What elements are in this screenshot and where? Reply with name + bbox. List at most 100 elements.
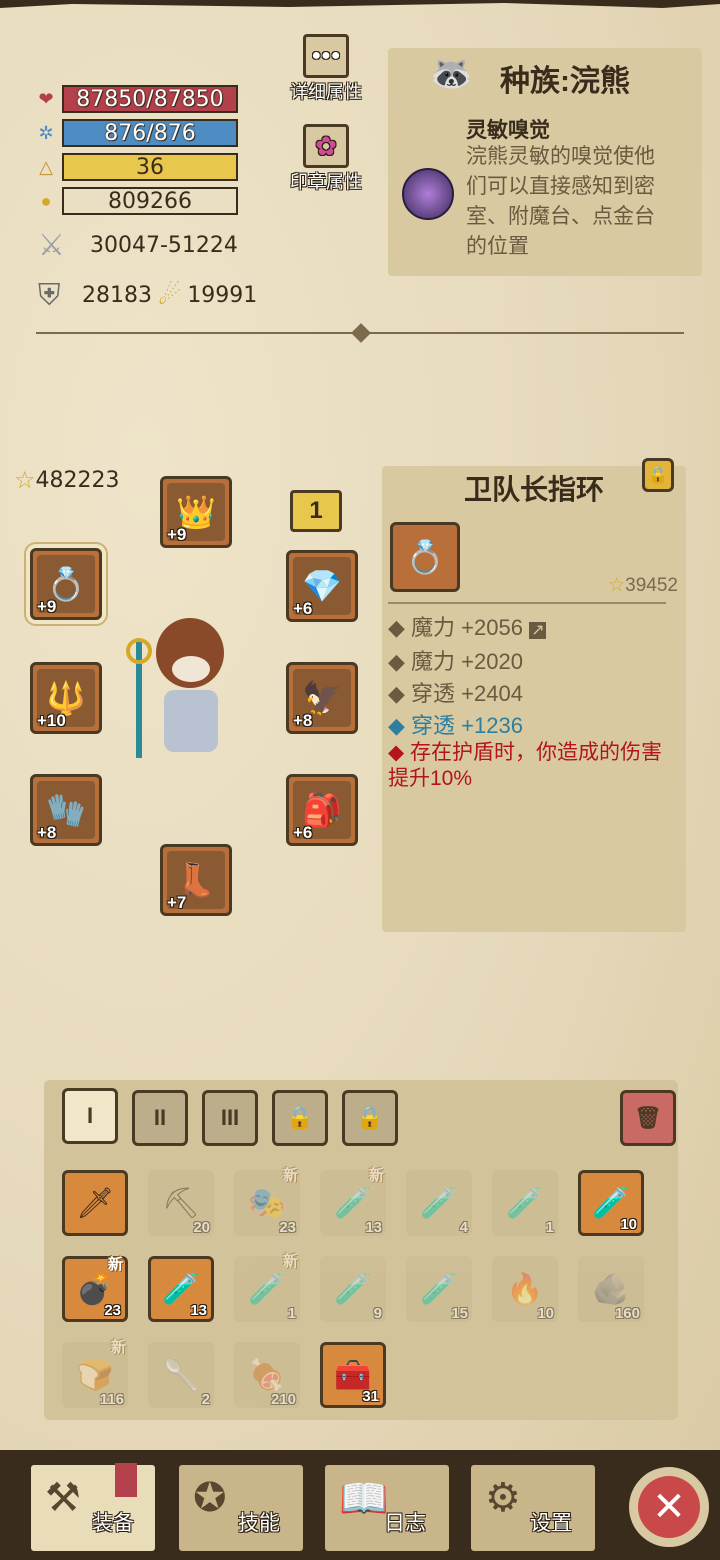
nav-equip[interactable]: ⚒ 装备	[28, 1462, 158, 1554]
equip-slot-boots[interactable]: 👢 +7	[160, 844, 232, 916]
nav-log[interactable]: 📖 日志	[322, 1462, 452, 1554]
skill-icon: ✪	[193, 1476, 227, 1520]
lock-icon: 🔒	[286, 1105, 314, 1130]
total-score-value: 482223	[35, 467, 120, 493]
inventory-tab-locked-4[interactable]: 🔒	[272, 1090, 328, 1146]
character-avatar	[126, 610, 246, 760]
race-title: 种族:浣熊	[500, 65, 630, 98]
inventory-item[interactable]: 🧪 1 新	[234, 1253, 300, 1322]
star-icon: ☆	[608, 575, 626, 596]
item-count: 1	[287, 1305, 296, 1322]
page-index-badge[interactable]: 1	[290, 490, 342, 532]
item-count: 23	[104, 1302, 121, 1319]
item-count: 1	[545, 1219, 554, 1236]
detail-attr-button[interactable]: ●●● 详细属性	[286, 34, 366, 104]
inventory-item[interactable]: 🪨 160	[578, 1256, 644, 1322]
new-badge: 新	[110, 1339, 126, 1356]
coins-icon: ●	[40, 190, 52, 211]
inventory-item[interactable]: 🧪 4	[406, 1170, 472, 1236]
inventory-item[interactable]: 💣 23 新	[62, 1256, 128, 1322]
item-attr-3: ◆ 穿透 +2404	[388, 681, 523, 706]
speed-value: 19991	[187, 283, 258, 308]
item-count: 9	[373, 1305, 382, 1322]
inventory-item[interactable]: 🔥 10	[492, 1256, 558, 1322]
shield-icon: ⛨	[38, 278, 61, 313]
speed-icon: ☄	[158, 280, 182, 311]
nav-settings[interactable]: ⚙ 设置	[468, 1462, 598, 1554]
seal-attr-label: 印章属性	[290, 172, 362, 192]
inventory-item[interactable]: 🧪 13 新	[320, 1167, 386, 1236]
pickaxe-icon: ⛏	[161, 1186, 201, 1220]
inventory-item[interactable]: ⛏ 20	[148, 1170, 214, 1236]
inventory-item[interactable]: 🍞 116 新	[62, 1339, 128, 1408]
equip-slot-helm[interactable]: 👑 +9	[160, 476, 232, 548]
item-count: 13	[190, 1302, 207, 1319]
item-count: 10	[620, 1216, 637, 1233]
stone-icon: 🪨	[592, 1272, 630, 1306]
inventory-tab-1[interactable]: I	[62, 1088, 118, 1144]
equip-slot-amulet[interactable]: 💎 +6	[286, 550, 358, 622]
trash-button[interactable]: 🗑	[620, 1090, 676, 1146]
inventory-tab-2[interactable]: II	[132, 1090, 188, 1146]
inventory-tab-locked-5[interactable]: 🔒	[342, 1090, 398, 1146]
item-count: 2	[201, 1391, 210, 1408]
sword-icon: 🗡	[75, 1186, 115, 1220]
defense-value: 28183	[82, 283, 152, 308]
new-badge: 新	[282, 1253, 298, 1270]
skill-name: 灵敏嗅觉	[466, 119, 550, 142]
inventory-item[interactable]: 🧪 9	[320, 1256, 386, 1322]
race-panel: 🦝 种族:浣熊 灵敏嗅觉 浣熊灵敏的嗅觉使他们可以直接感知到密室、附魔台、点金台…	[388, 48, 702, 276]
potion-red-icon: 🧪	[506, 1186, 544, 1220]
inventory-item[interactable]: 🧪 13	[148, 1256, 214, 1322]
inventory-item[interactable]: 🧪 15	[406, 1256, 472, 1322]
item-count: 15	[451, 1305, 468, 1322]
potion-fire-icon: 🔥	[506, 1272, 544, 1306]
skill-orb-icon	[402, 168, 454, 220]
potion-green-icon: 🧪	[420, 1186, 458, 1220]
item-count: 10	[537, 1305, 554, 1322]
inventory-item[interactable]: 🎭 23 新	[234, 1167, 300, 1236]
character-body	[164, 690, 218, 752]
inventory-item[interactable]: 🧰 31	[320, 1342, 386, 1408]
item-special: ◆ 存在护盾时，你造成的伤害提升10%	[388, 741, 662, 790]
lock-icon[interactable]: 🔒	[642, 458, 674, 492]
meat-icon: 🍖	[248, 1358, 286, 1392]
nav-skill[interactable]: ✪ 技能	[176, 1462, 306, 1554]
lock-icon: 🔒	[356, 1105, 384, 1130]
close-button[interactable]: ✕	[624, 1462, 714, 1552]
equip-slot-ring[interactable]: 💍 +9	[30, 548, 102, 620]
defense-stat: ⛨ 28183 ☄ 19991	[38, 278, 257, 313]
shovel-icon: 🥄	[162, 1358, 200, 1392]
hp-row: ❤ 87850/87850	[34, 84, 238, 114]
attack-stat: ⚔ 30047-51224	[38, 228, 238, 263]
potion-blue-icon: 🧪	[334, 1272, 372, 1306]
equip-slot-belt[interactable]: 🎒 +6	[286, 774, 358, 846]
hp-bar: 87850/87850	[62, 85, 238, 113]
staff-orb-icon	[126, 638, 152, 664]
seal-attr-button[interactable]: ✿ 印章属性	[286, 124, 366, 194]
mask-icon: 🎭	[248, 1186, 286, 1220]
detail-attr-label: 详细属性	[290, 82, 362, 102]
food-icon: 🍞	[76, 1358, 114, 1392]
star-icon: ☆	[14, 466, 36, 494]
inventory-item[interactable]: 🧪 1	[492, 1170, 558, 1236]
equip-slot-glove[interactable]: 🧤 +8	[30, 774, 102, 846]
crossed-swords-icon: ⚔	[38, 228, 65, 263]
new-badge: 新	[282, 1167, 298, 1184]
item-divider	[388, 602, 666, 604]
inventory-item[interactable]: 🥄 2	[148, 1342, 214, 1408]
equip-slot-armor[interactable]: 🦅 +8	[286, 662, 358, 734]
equip-slot-staff[interactable]: 🔱 +10	[30, 662, 102, 734]
total-score: ☆ 482223	[14, 466, 120, 494]
book-icon: 📖	[339, 1477, 389, 1521]
inventory-item[interactable]: 🧪 10	[578, 1170, 644, 1236]
potion-red-icon: 🧪	[334, 1186, 372, 1220]
level-row: △ 36	[34, 152, 238, 182]
dots-icon: ●●●	[303, 34, 349, 78]
heart-icon: ❤	[38, 88, 54, 109]
inventory-item[interactable]: 🗡	[62, 1170, 128, 1236]
item-count: 31	[362, 1388, 379, 1405]
inventory-item[interactable]: 🍖 210	[234, 1342, 300, 1408]
item-count: 116	[99, 1391, 124, 1408]
inventory-tab-3[interactable]: III	[202, 1090, 258, 1146]
